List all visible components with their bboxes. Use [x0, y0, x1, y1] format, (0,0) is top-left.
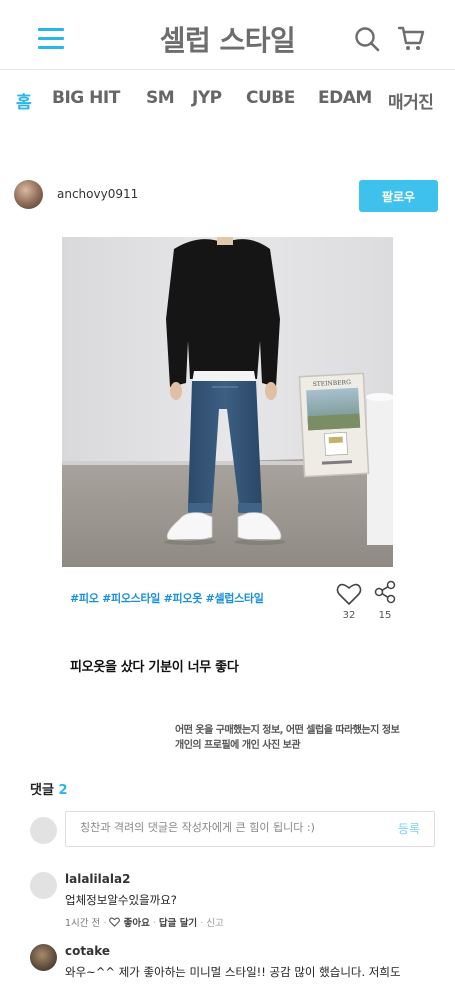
comment-text: 업체정보알수있을까요? [65, 893, 177, 907]
nav-item-edam[interactable]: EDAM [318, 88, 372, 108]
notice-line-2: 개인의 프로필에 개인 사진 보관 [175, 740, 301, 751]
commenter-avatar[interactable] [30, 944, 57, 971]
like-count: 32 [342, 610, 356, 621]
comment-like-label: 좋아요 [123, 918, 150, 929]
comments-heading: 댓글 2 [30, 779, 68, 798]
post-notice: 어떤 옷을 구매했는지 정보, 어떤 셀럽을 따라했는지 정보 개인의 프로필에… [175, 723, 455, 753]
category-nav: 홈 BIG HIT SM JYP CUBE EDAM 매거진 [0, 88, 455, 116]
nav-item-magazine[interactable]: 매거진 [388, 88, 434, 113]
comment-input[interactable] [80, 821, 380, 834]
heart-icon [109, 917, 121, 927]
author-avatar[interactable] [14, 180, 43, 209]
submit-comment-button[interactable]: 등록 [398, 820, 420, 837]
nav-item-bighit[interactable]: BIG HIT [52, 88, 120, 108]
nav-item-jyp[interactable]: JYP [192, 88, 222, 108]
app-title: 셀럽 스타일 [159, 24, 296, 57]
nav-item-sm[interactable]: SM [146, 88, 175, 108]
post-caption: 피오옷을 샀다 기분이 너무 좋다 [70, 660, 239, 675]
heart-icon[interactable] [336, 582, 362, 606]
share-count: 15 [378, 610, 392, 621]
comment-like-button[interactable]: 좋아요 [109, 917, 150, 929]
app-header: 셀럽 스타일 [0, 0, 455, 70]
comment-time: 1시간 전 [65, 918, 101, 929]
post-hashtags[interactable]: #피오 #피오스타일 #피오옷 #셀럽스타일 [70, 590, 264, 606]
share-icon[interactable] [373, 580, 397, 604]
comments-label: 댓글 [30, 783, 54, 798]
hamburger-menu-icon[interactable] [38, 28, 64, 50]
nav-item-home[interactable]: 홈 [16, 88, 32, 113]
notice-line-1: 어떤 옷을 구매했는지 정보, 어떤 셀럽을 따라했는지 정보 [175, 725, 400, 736]
comment-text: 와우~^^ 제가 좋아하는 미니멀 스타일!! 공감 많이 했습니다. 저희도 [65, 965, 401, 979]
post-photo[interactable]: STEINBERG [62, 237, 393, 567]
comment-report-button[interactable]: 신고 [206, 918, 223, 929]
comment-reply-button[interactable]: 답글 달기 [159, 918, 197, 929]
comments-count: 2 [58, 783, 68, 798]
commenter-username[interactable]: lalalilala2 [65, 872, 130, 886]
commenter-avatar[interactable] [30, 872, 57, 899]
search-icon[interactable] [354, 26, 380, 52]
commenter-username[interactable]: cotake [65, 944, 110, 958]
nav-item-cube[interactable]: CUBE [246, 88, 295, 108]
cart-icon[interactable] [397, 24, 425, 52]
comment-meta: 1시간 전 · 좋아요 · 답글 달기 · 신고 [65, 917, 224, 929]
comment-item: lalalilala2 업체정보알수있을까요? 1시간 전 · 좋아요 · 답글 달기… [30, 872, 455, 932]
follow-button[interactable]: 팔로우 [359, 180, 438, 212]
comment-box: 등록 [65, 811, 435, 847]
comment-item: cotake 와우~^^ 제가 좋아하는 미니멀 스타일!! 공감 많이 했습니… [30, 944, 455, 987]
author-username[interactable]: anchovy0911 [57, 187, 138, 201]
current-user-avatar [30, 817, 57, 844]
